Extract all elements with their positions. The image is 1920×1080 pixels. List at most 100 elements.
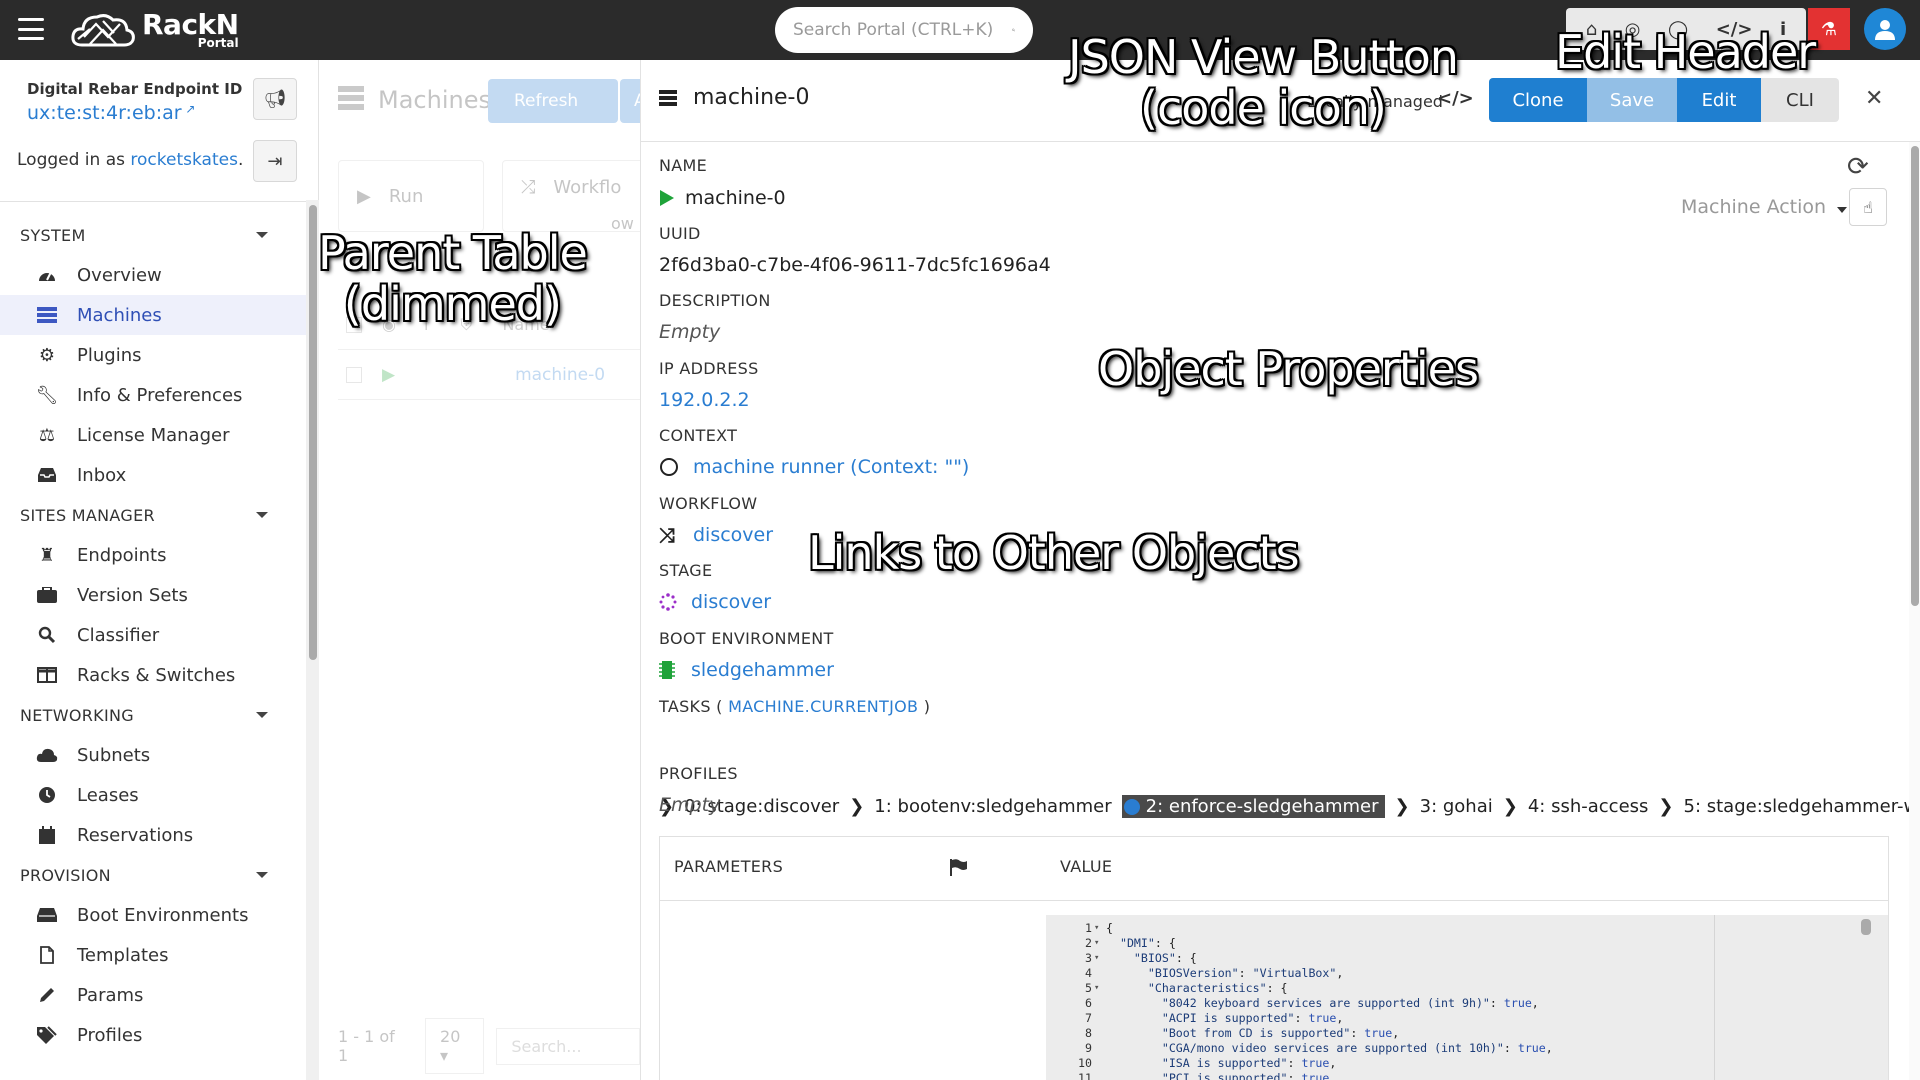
chevron-down-icon[interactable]	[1837, 207, 1847, 213]
circle-icon	[659, 457, 679, 477]
row-checkbox[interactable]	[346, 366, 362, 383]
fold-arrow-icon[interactable]: ▾	[1094, 951, 1099, 966]
refresh-icon[interactable]: ⟳	[1847, 152, 1869, 182]
hamburger-menu-icon[interactable]	[18, 18, 44, 40]
tasks-paren-open: (	[716, 697, 729, 716]
sidebar-item-label: Racks & Switches	[77, 664, 236, 686]
sidebar-item-templates[interactable]: Templates	[0, 935, 306, 975]
sidebar-item-info-preferences[interactable]: 🔧︎ Info & Preferences	[0, 375, 306, 415]
announce-button[interactable]: 📢︎	[253, 78, 297, 120]
sidebar-item-overview[interactable]: Overview	[0, 255, 306, 295]
json-code-editor[interactable]: 1 ▾{2 ▾ "DMI": {3 ▾ "BIOS": {4 "BIOSVersion…	[1046, 915, 1888, 1080]
editor-line: 8 "Boot from CD is supported": true,	[1046, 1026, 1706, 1041]
task-item[interactable]: 1: bootenv:sledgehammer	[874, 796, 1111, 817]
code-text: "Characteristics": {	[1147, 981, 1288, 995]
context-link[interactable]: machine runner (Context: "")	[693, 456, 969, 478]
endpoint-id[interactable]: ux:te:st:4r:eb:ar	[27, 102, 182, 124]
sidebar-scroll-thumb[interactable]	[309, 205, 317, 660]
workflow-value[interactable]: ⤨ discover	[659, 523, 773, 547]
flag-icon[interactable]	[948, 857, 968, 881]
sidebar-item-label: Templates	[77, 944, 169, 966]
task-label: 1: bootenv:sledgehammer	[874, 796, 1112, 817]
sidebar-item-endpoints[interactable]: ♜ Endpoints	[0, 535, 306, 575]
search-icon[interactable]	[1012, 21, 1015, 39]
chevron-down-icon[interactable]	[256, 872, 268, 878]
chevron-down-icon[interactable]	[256, 712, 268, 718]
sidebar-item-inbox[interactable]: Inbox	[0, 455, 306, 495]
fold-arrow-icon[interactable]: ▾	[1094, 921, 1099, 936]
save-button[interactable]: Save	[1587, 78, 1677, 122]
sidebar-item-racks-switches[interactable]: Racks & Switches	[0, 655, 306, 695]
code-text: {	[1106, 921, 1113, 935]
pager-info: 1 - 1 of 1	[338, 1027, 395, 1065]
rackn-logo[interactable]: RackN Portal	[70, 8, 239, 52]
stage-label: STAGE	[659, 561, 713, 580]
user-avatar-icon[interactable]	[1864, 8, 1906, 50]
workflow-card[interactable]: ⤮ Workflo ow	[502, 160, 640, 233]
table-row[interactable]: ▶ machine-0	[338, 350, 640, 400]
code-text: "BIOSVersion": "VirtualBox",	[1147, 966, 1344, 980]
sidebar-item-profiles[interactable]: Profiles	[0, 1015, 306, 1055]
task-item[interactable]: 5: stage:sledgehammer-wait	[1684, 796, 1920, 817]
boot-environment-link[interactable]: sledgehammer	[691, 659, 834, 681]
sidebar-item-machines[interactable]: Machines	[0, 295, 306, 335]
add-button[interactable]: A	[620, 79, 640, 123]
chevron-down-icon[interactable]	[256, 232, 268, 238]
detail-scroll-thumb[interactable]	[1911, 146, 1919, 606]
cli-button[interactable]: CLI	[1761, 78, 1839, 122]
task-item[interactable]: 3: gohai	[1420, 796, 1493, 817]
logged-in-user-link[interactable]: rocketskates	[130, 150, 238, 170]
task-item[interactable]: 4: ssh-access	[1528, 796, 1649, 817]
run-card[interactable]: ▶ Run	[338, 160, 484, 232]
sidebar-section-networking[interactable]: NETWORKING	[0, 695, 306, 735]
sidebar-item-params[interactable]: Params	[0, 975, 306, 1015]
context-value[interactable]: machine runner (Context: "")	[659, 456, 969, 478]
editor-scroll-thumb[interactable]	[1861, 919, 1871, 935]
workflow-label: WORKFLOW	[659, 494, 758, 513]
editor-line: 6 "8042 keyboard services are supported …	[1046, 996, 1706, 1011]
row-name-link[interactable]: machine-0	[515, 365, 605, 385]
parameters-header: PARAMETERS	[674, 857, 784, 876]
table-search-input[interactable]: Search...	[496, 1027, 640, 1065]
editor-print-margin	[1714, 915, 1715, 1080]
page-size-select[interactable]: 20 ▾	[425, 1018, 485, 1074]
stage-value[interactable]: discover	[659, 591, 771, 613]
sidebar-section-provision[interactable]: PROVISION	[0, 855, 306, 895]
sidebar-item-leases[interactable]: Leases	[0, 775, 306, 815]
sidebar-item-plugins[interactable]: ⚙ Plugins	[0, 335, 306, 375]
stage-link[interactable]: discover	[691, 591, 771, 613]
tasks-paren-close: )	[918, 697, 931, 716]
refresh-button[interactable]: Refresh	[488, 79, 618, 123]
workflow-link[interactable]: discover	[693, 524, 773, 546]
sidebar-item-reservations[interactable]: Reservations	[0, 815, 306, 855]
boot-environment-value[interactable]: sledgehammer	[659, 659, 834, 681]
sidebar-section-system[interactable]: SYSTEM	[0, 215, 306, 255]
sidebar-item-subnets[interactable]: Subnets	[0, 735, 306, 775]
endpoint-id-link[interactable]: ux:te:st:4r:eb:ar ↗	[27, 102, 242, 124]
logout-button[interactable]: ⇥	[253, 140, 297, 182]
profiles-value: Empty	[659, 794, 721, 816]
sidebar-section-sites-manager[interactable]: SITES MANAGER	[0, 495, 306, 535]
uuid-label: UUID	[659, 224, 701, 243]
sidebar-item-label: Boot Environments	[77, 904, 249, 926]
clone-button[interactable]: Clone	[1489, 78, 1587, 122]
machine-action-select[interactable]: Machine Action	[1681, 196, 1826, 218]
fold-arrow-icon[interactable]: ▾	[1094, 981, 1099, 996]
current-task[interactable]: 2: enforce-sledgehammer	[1121, 795, 1385, 818]
chevron-down-icon[interactable]	[256, 512, 268, 518]
sidebar-item-classifier[interactable]: Classifier	[0, 615, 306, 655]
search-input[interactable]	[793, 20, 1012, 40]
sidebar-item-boot-environments[interactable]: Boot Environments	[0, 895, 306, 935]
line-number: 1	[1085, 921, 1092, 935]
sidebar-item-label: Classifier	[77, 624, 160, 646]
wrench-icon: 🔧︎	[35, 384, 59, 406]
machine-action-button[interactable]: ☝	[1849, 188, 1887, 226]
ip-address-link[interactable]: 192.0.2.2	[659, 389, 750, 411]
sidebar-item-version-sets[interactable]: Version Sets	[0, 575, 306, 615]
sidebar-item-license-manager[interactable]: ⚖ License Manager	[0, 415, 306, 455]
columns-icon	[36, 665, 58, 685]
close-icon[interactable]: ✕	[1865, 86, 1883, 111]
fold-arrow-icon[interactable]: ▾	[1094, 936, 1099, 951]
current-job-link[interactable]: MACHINE.CURRENTJOB	[728, 697, 918, 716]
edit-button[interactable]: Edit	[1677, 78, 1761, 122]
